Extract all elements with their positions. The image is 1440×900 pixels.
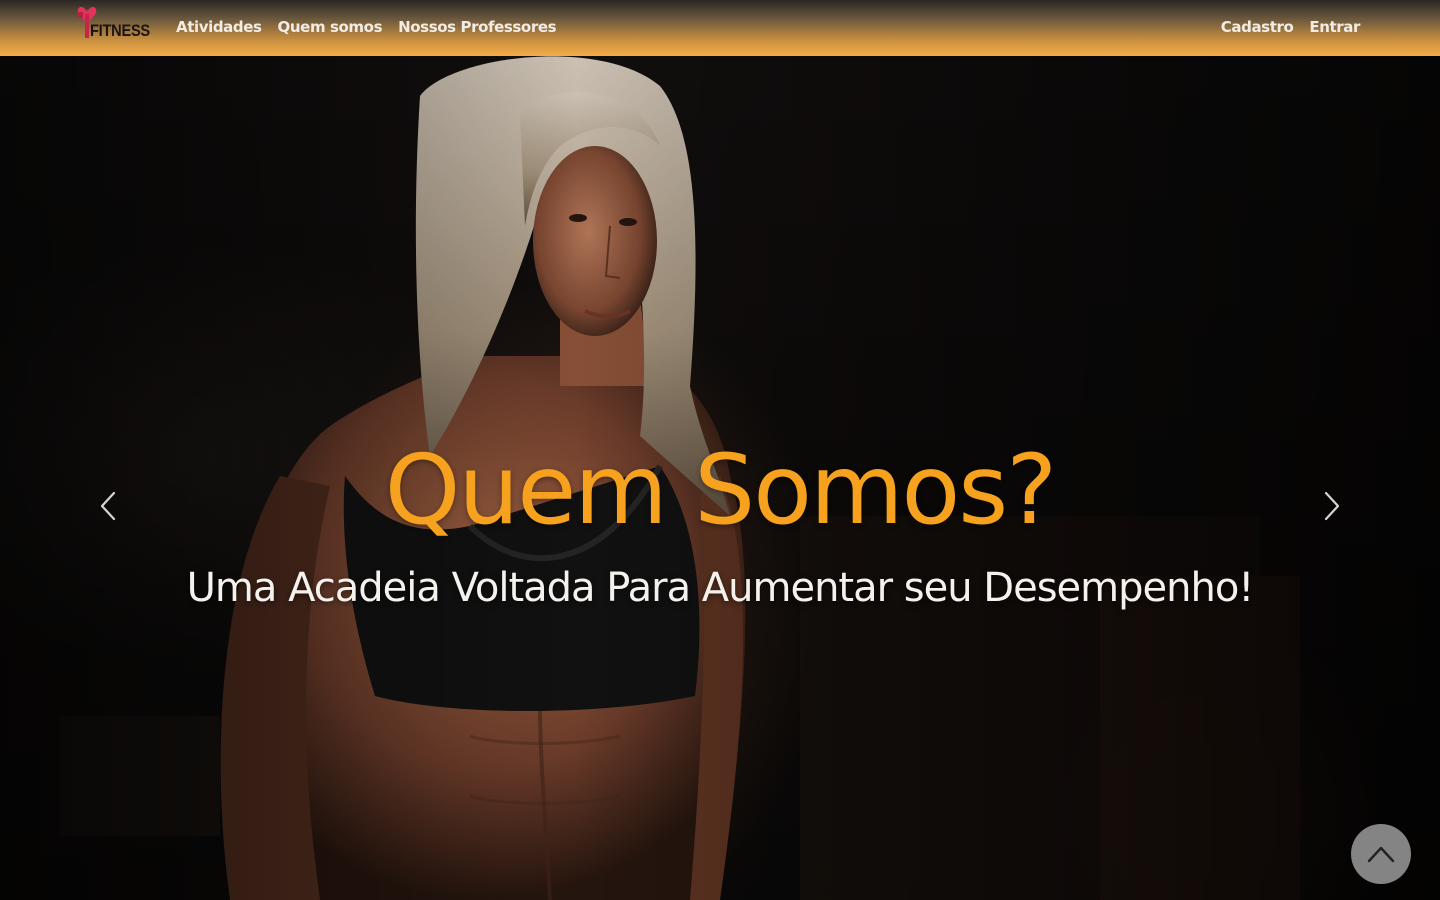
carousel-title: Quem Somos? xyxy=(384,434,1057,546)
chevron-left-icon xyxy=(100,491,116,521)
nav-link-atividades[interactable]: Atividades xyxy=(176,18,262,36)
brand-logo[interactable]: FITNESS xyxy=(76,4,152,44)
nav-link-nossos-professores[interactable]: Nossos Professores xyxy=(398,18,556,36)
nav-link-entrar[interactable]: Entrar xyxy=(1309,18,1360,36)
carousel-subtitle: Uma Acadeia Voltada Para Aumentar seu De… xyxy=(186,565,1255,611)
nav-link-quem-somos[interactable]: Quem somos xyxy=(278,18,383,36)
brand-text: FITNESS xyxy=(90,21,150,40)
carousel-next-button[interactable] xyxy=(1312,486,1352,526)
navbar: FITNESS Atividades Quem somos Nossos Pro… xyxy=(0,0,1440,56)
chevron-up-icon xyxy=(1367,846,1395,863)
carousel-prev-button[interactable] xyxy=(88,486,128,526)
nav-links-right: Cadastro Entrar xyxy=(1221,18,1361,36)
chevron-right-icon xyxy=(1324,491,1340,521)
nav-links-left: Atividades Quem somos Nossos Professores xyxy=(176,18,557,36)
hero-carousel: Quem Somos? Uma Acadeia Voltada Para Aum… xyxy=(0,56,1440,900)
back-to-top-button[interactable] xyxy=(1351,824,1411,884)
nav-link-cadastro[interactable]: Cadastro xyxy=(1221,18,1294,36)
